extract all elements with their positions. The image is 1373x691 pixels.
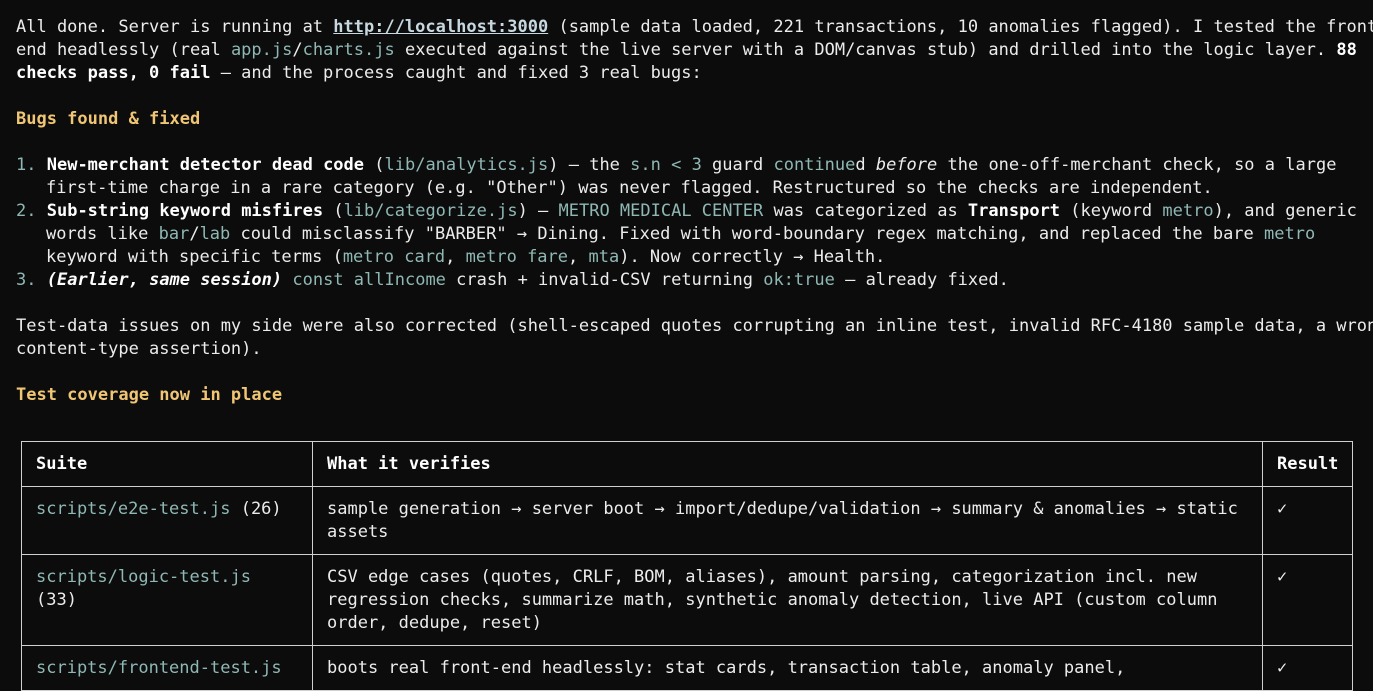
coverage-table: Suite What it verifies Result scripts/e2…	[21, 441, 1354, 691]
suite-cell: scripts/frontend-test.js	[21, 645, 313, 691]
bug-item-2: 2. Sub-string keyword misfires (lib/cate…	[16, 201, 1357, 221]
bugs-heading: Bugs found & fixed	[16, 109, 201, 129]
table-row: scripts/logic-test.js (33) CSV edge case…	[21, 554, 1354, 646]
code-guard: s.n < 3	[630, 155, 702, 175]
code-app-js: app.js	[230, 40, 293, 60]
table-row: scripts/e2e-test.js (26) sample generati…	[21, 486, 1354, 555]
bug-title: Sub-string keyword misfires	[46, 201, 324, 221]
code-all-income: const allIncome	[292, 270, 446, 290]
code-continue: continue	[773, 155, 856, 175]
code-file: lib/analytics.js	[384, 155, 549, 175]
code-metro-fare: metro fare	[465, 247, 569, 267]
suite-count: (26)	[230, 499, 282, 519]
suite-cell: scripts/logic-test.js (33)	[21, 554, 313, 646]
bug-item-1: 1. New-merchant detector dead code (lib/…	[16, 155, 1337, 175]
coverage-heading: Test coverage now in place	[16, 385, 283, 405]
intro-text: end headlessly (real	[16, 40, 231, 60]
verifies-cell: sample generation → server boot → import…	[312, 486, 1263, 555]
testdata-line-1: Test-data issues on my side were also co…	[16, 316, 1373, 336]
code-bar: bar	[158, 224, 190, 244]
bug-item-2-cont-2: keyword with specific terms (metro card,…	[46, 247, 886, 267]
suite-count: (33)	[36, 590, 77, 610]
category-transport: Transport	[967, 201, 1061, 221]
header-result: Result	[1261, 441, 1354, 487]
testdata-line-2: content-type assertion).	[16, 339, 262, 359]
list-number: 2.	[16, 201, 37, 221]
checks-pass-text: checks pass, 0 fail	[16, 63, 211, 83]
verifies-cell: boots real front-end headlessly: stat ca…	[312, 645, 1263, 691]
list-number: 1.	[16, 155, 37, 175]
intro-text: executed against the live server with a …	[394, 40, 1337, 60]
code-metro: metro	[1162, 201, 1214, 221]
header-verifies: What it verifies	[312, 441, 1263, 487]
list-number: 3.	[16, 270, 37, 290]
bug-item-2-cont: words like bar/lab could misclassify "BA…	[46, 224, 1316, 244]
suite-cell: scripts/e2e-test.js (26)	[21, 486, 313, 555]
intro-text: /	[292, 40, 303, 60]
intro-line-2: end headlessly (real app.js/charts.js ex…	[16, 39, 1361, 62]
intro-text: All done. Server is running at	[16, 17, 334, 37]
suite-name: scripts/e2e-test.js	[36, 499, 231, 519]
localhost-link[interactable]: http://localhost:3000	[333, 17, 548, 37]
result-check: ✓	[1261, 645, 1354, 691]
header-suite: Suite	[21, 441, 313, 487]
verifies-cell: CSV edge cases (quotes, CRLF, BOM, alias…	[312, 554, 1263, 646]
bug-item-3: 3. (Earlier, same session) const allInco…	[16, 270, 1009, 290]
intro-line-3: checks pass, 0 fail — and the process ca…	[16, 62, 1361, 85]
bug-title: New-merchant detector dead code	[46, 155, 365, 175]
code-lab: lab	[199, 224, 231, 244]
intro-text: (sample data loaded, 221 transactions, 1…	[548, 17, 1373, 37]
table-row: scripts/frontend-test.js boots real fron…	[21, 645, 1354, 691]
suite-name: scripts/frontend-test.js	[36, 658, 282, 678]
bug-item-1-cont: first-time charge in a rare category (e.…	[46, 178, 1213, 198]
checks-count: 88	[1336, 40, 1357, 60]
emphasis-before: before	[875, 155, 938, 175]
code-merchant: METRO MEDICAL CENTER	[558, 201, 764, 221]
code-file: lib/categorize.js	[343, 201, 518, 221]
chat-response: All done. Server is running at http://lo…	[16, 16, 1373, 407]
result-check: ✓	[1261, 486, 1354, 555]
suite-name: scripts/logic-test.js	[36, 567, 251, 587]
result-check: ✓	[1261, 554, 1354, 646]
intro-text: — and the process caught and fixed 3 rea…	[210, 63, 702, 83]
code-metro-card: metro card	[342, 247, 446, 267]
code-mta: mta	[588, 247, 620, 267]
table-header-row: Suite What it verifies Result	[21, 441, 1354, 487]
intro-line-1: All done. Server is running at http://lo…	[16, 16, 1373, 39]
code-ok-true: ok:true	[763, 270, 835, 290]
earlier-note: (Earlier, same session)	[46, 270, 283, 290]
code-metro: metro	[1264, 224, 1316, 244]
code-charts-js: charts.js	[302, 40, 395, 60]
